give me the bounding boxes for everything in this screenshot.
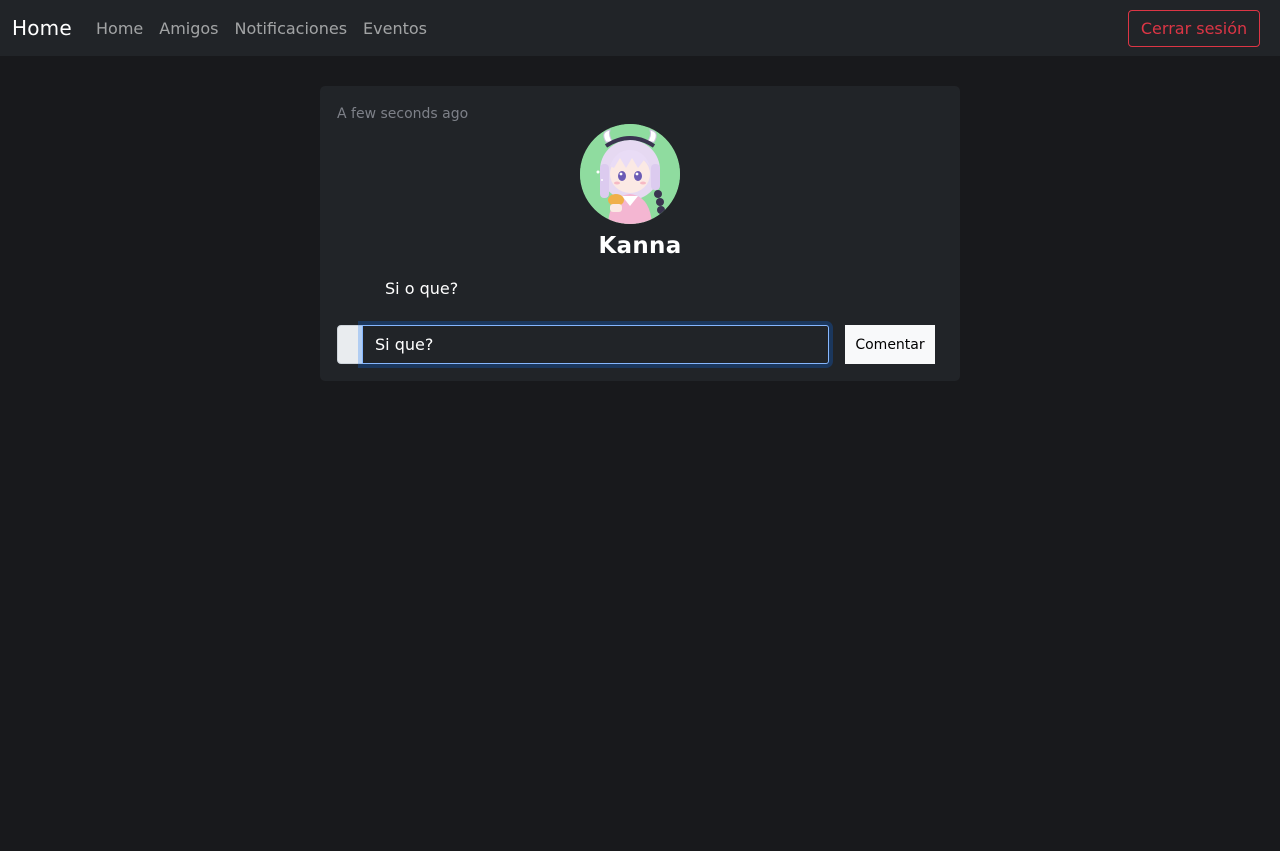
logout-button[interactable]: Cerrar sesión [1128,10,1260,47]
top-navbar: Home Home Amigos Notificaciones Eventos … [0,0,1280,56]
post-username: Kanna [598,233,682,259]
nav-link-amigos[interactable]: Amigos [159,18,218,39]
user-avatar [580,124,680,224]
avatar-illustration [580,124,680,224]
nav-links: Home Amigos Notificaciones Eventos [96,18,443,39]
nav-link-notificaciones[interactable]: Notificaciones [235,18,348,39]
post-text: Si o que? [385,279,459,298]
post-timestamp: A few seconds ago [337,106,469,122]
nav-link-home[interactable]: Home [96,18,143,39]
navbar-brand[interactable]: Home [12,15,72,41]
nav-link-eventos[interactable]: Eventos [363,18,427,39]
comment-button[interactable]: Comentar [845,325,935,364]
post-card: A few seconds ago Kanna Si o que? Si que… [320,86,960,381]
comment-input-addon [337,325,363,364]
comment-input[interactable] [362,325,829,364]
